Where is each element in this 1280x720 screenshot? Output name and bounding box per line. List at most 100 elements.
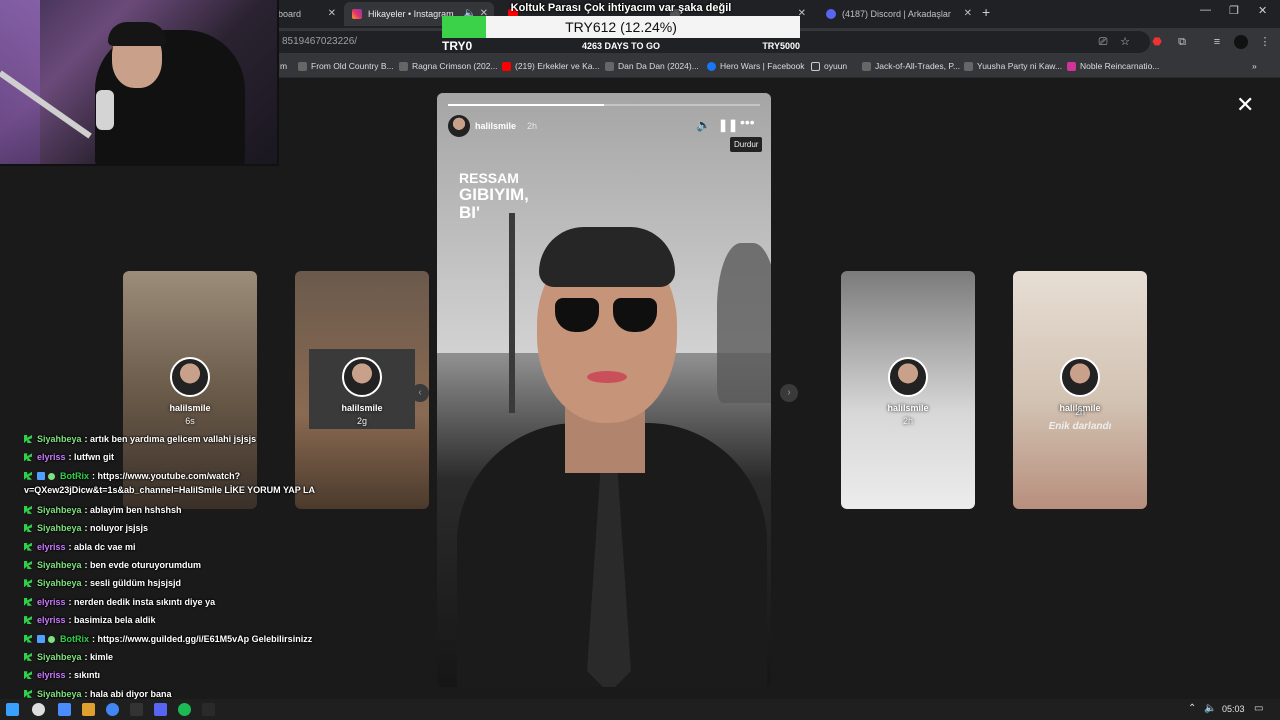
chat-username[interactable]: Siyahbeya xyxy=(37,505,82,515)
tab-label: Hikayeler • Instagram xyxy=(368,9,454,19)
extensions-icon[interactable]: ⧉ xyxy=(1175,35,1189,49)
chat-text: : kimle xyxy=(84,651,114,662)
bookmark-item[interactable]: Hero Wars | Facebook xyxy=(707,61,805,71)
next-story-icon[interactable]: › xyxy=(780,384,798,402)
bookmark-icon xyxy=(862,61,871,71)
active-story[interactable]: halilsmile 2h 🔈 ❚❚ ••• Durdur RESSAM GIB… xyxy=(437,93,771,687)
prev-story-icon[interactable]: ‹ xyxy=(411,384,429,402)
close-window-icon[interactable]: ✕ xyxy=(1258,4,1267,17)
app-icon[interactable] xyxy=(58,703,71,716)
donation-amount: TRY612 (12.24%) xyxy=(565,19,677,35)
verified-badge-icon xyxy=(48,472,55,480)
donation-title: Koltuk Parası Çok ihtiyacım var şaka değ… xyxy=(510,2,732,14)
chat-message: elyriss: nerden dedik insta sıkıntı diye… xyxy=(24,595,364,613)
app-icon[interactable] xyxy=(130,703,143,716)
bookmark-item[interactable]: From Old Country B... xyxy=(298,61,394,71)
chat-message: BotRix: https://www.youtube.com/watch?v=… xyxy=(24,469,364,503)
donation-max: TRY5000 xyxy=(762,41,800,51)
bookmark-item[interactable]: Yuusha Party ni Kaw... xyxy=(964,61,1062,71)
chat-username[interactable]: elyriss xyxy=(37,542,66,552)
chrome-icon[interactable] xyxy=(106,703,119,716)
tab-board[interactable]: board ✕ xyxy=(270,2,342,26)
bookmark-item[interactable]: Jack-of-All-Trades, P... xyxy=(862,61,960,71)
star-icon[interactable]: ☆ xyxy=(1118,35,1132,49)
bot-badge-icon xyxy=(37,634,45,643)
chat-username[interactable]: elyriss xyxy=(37,615,66,625)
chat-message: Siyahbeya: ben evde oturuyorumdum xyxy=(24,558,364,576)
kick-badge-icon xyxy=(24,652,32,661)
close-tab-icon[interactable]: ✕ xyxy=(964,8,972,19)
speaker-icon[interactable]: 🔈 xyxy=(696,118,711,132)
bookmark-label: m xyxy=(280,61,288,71)
bookmark-label: Ragna Crimson (202... xyxy=(412,61,498,71)
media-icon[interactable]: ≡ xyxy=(1210,35,1224,49)
avatar xyxy=(888,357,928,397)
chat-message: Siyahbeya: noluyor jsjsjs xyxy=(24,521,364,539)
tray-chevron-icon[interactable]: ⌃ xyxy=(1188,703,1196,714)
chat-username[interactable]: Siyahbeya xyxy=(37,560,82,570)
bookmark-icon xyxy=(605,61,614,71)
caption-line: GIBIYIM, xyxy=(459,185,529,204)
bookmark-item[interactable]: Noble Reincarnatio... xyxy=(1067,61,1159,71)
restore-icon[interactable]: ❐ xyxy=(1229,4,1239,17)
profile-avatar[interactable] xyxy=(1234,35,1248,49)
clock: 05:03 xyxy=(1222,704,1245,714)
kick-badge-icon xyxy=(24,671,32,680)
chat-username[interactable]: BotRix xyxy=(60,634,89,644)
chat-username[interactable]: Siyahbeya xyxy=(37,523,82,533)
facebook-icon xyxy=(707,61,716,71)
cast-icon[interactable]: ⎚ xyxy=(1096,35,1110,49)
notifications-icon[interactable]: ▭ xyxy=(1254,703,1263,714)
chat-username[interactable]: Siyahbeya xyxy=(37,434,82,444)
url-text: 8519467023226/ xyxy=(282,36,358,47)
story-header: halilsmile 2h 🔈 ❚❚ ••• xyxy=(448,114,760,137)
minimize-icon[interactable]: — xyxy=(1200,4,1211,16)
tab-discord[interactable]: (4187) Discord | Arkadaşlar ✕ xyxy=(818,2,978,26)
close-icon[interactable]: ✕ xyxy=(1236,94,1254,116)
chat-message: Siyahbeya: kimle xyxy=(24,650,364,668)
side-story-card[interactable]: halilsmile 2h xyxy=(841,271,975,509)
avatar[interactable] xyxy=(448,115,470,137)
chat-username[interactable]: Siyahbeya xyxy=(37,578,82,588)
menu-icon[interactable]: ⋮ xyxy=(1258,35,1272,49)
adblock-icon[interactable]: ⬣ xyxy=(1150,35,1164,49)
chat-username[interactable]: Siyahbeya xyxy=(37,689,82,699)
chat-username[interactable]: Siyahbeya xyxy=(37,652,82,662)
chat-message: elyriss: sıkıntı xyxy=(24,668,364,686)
app-icon[interactable] xyxy=(202,703,215,716)
close-tab-icon[interactable]: ✕ xyxy=(328,8,336,19)
chat-text: : https://www.guilded.gg/i/E61M5vAp Gele… xyxy=(92,633,313,644)
bookmark-item[interactable]: Ragna Crimson (202... xyxy=(399,61,498,71)
discord-icon[interactable] xyxy=(154,703,167,716)
chat-text: : basimiza bela aldik xyxy=(68,615,156,626)
story-username[interactable]: halilsmile xyxy=(475,121,516,131)
donation-days: 4263 DAYS TO GO xyxy=(581,41,661,51)
bookmark-item[interactable]: (219) Erkekler ve Ka... xyxy=(502,61,600,71)
windows-start-icon[interactable] xyxy=(6,703,19,716)
chat-username[interactable]: BotRix xyxy=(60,471,89,481)
volume-icon[interactable]: 🔈 xyxy=(1204,703,1216,714)
bookmark-label: oyuun xyxy=(824,61,848,71)
new-tab-icon[interactable]: + xyxy=(982,4,990,20)
story-time: 2h xyxy=(527,121,538,131)
chat-message: elyriss: abla dc vae mi xyxy=(24,540,364,558)
more-icon[interactable]: ••• xyxy=(740,114,755,130)
chat-username[interactable]: elyriss xyxy=(37,597,66,607)
chat-message: Siyahbeya: sesli güldüm hsjsjsjd xyxy=(24,576,364,594)
donation-progress-bar: TRY612 (12.24%) xyxy=(442,16,800,38)
chat-username[interactable]: elyriss xyxy=(37,452,66,462)
search-icon[interactable] xyxy=(32,703,45,716)
app-icon[interactable] xyxy=(82,703,95,716)
bookmark-folder[interactable]: oyuun xyxy=(811,61,847,71)
side-story-card[interactable]: halilsmile 2h Enik darlandı xyxy=(1013,271,1147,509)
stream-chat: Siyahbeya: artık ben yardıma gelicem val… xyxy=(24,432,364,720)
story-background xyxy=(509,213,515,413)
pause-icon[interactable]: ❚❚ xyxy=(718,118,738,132)
kick-badge-icon xyxy=(24,597,32,606)
chat-username[interactable]: elyriss xyxy=(37,670,66,680)
bookmark-item[interactable]: Dan Da Dan (2024)... xyxy=(605,61,699,71)
spotify-icon[interactable] xyxy=(178,703,191,716)
more-bookmarks-icon[interactable]: » xyxy=(1252,61,1257,71)
story-time: 2g xyxy=(356,416,367,426)
bookmark-item[interactable]: m xyxy=(280,61,287,71)
